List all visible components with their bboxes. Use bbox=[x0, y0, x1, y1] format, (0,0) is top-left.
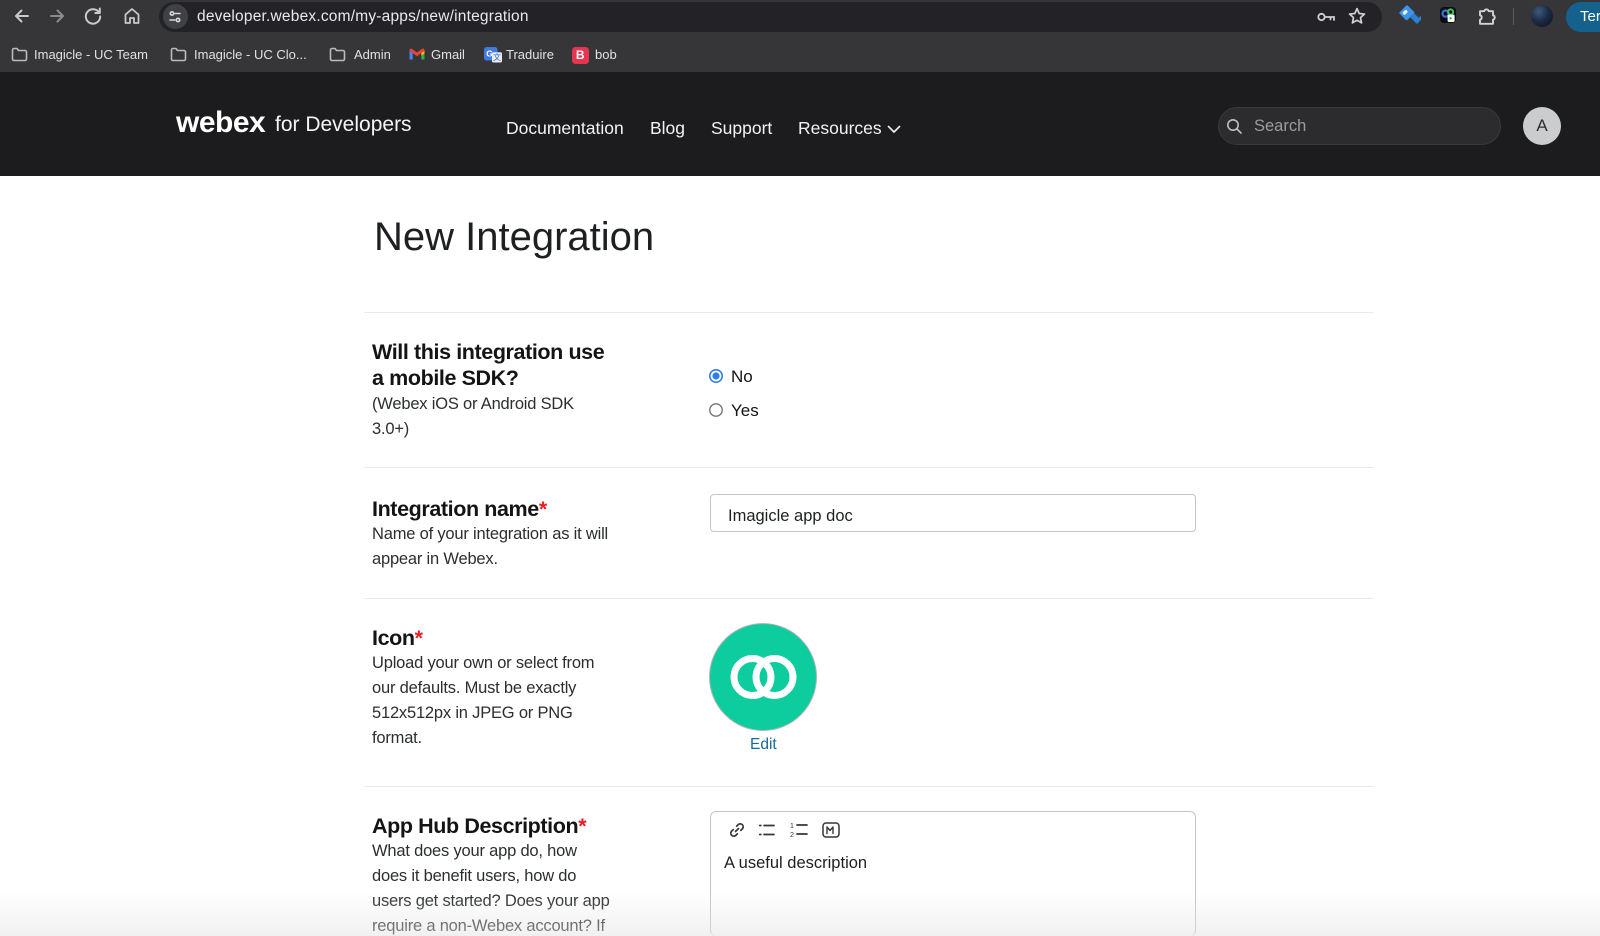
svg-text:1: 1 bbox=[790, 823, 794, 830]
svg-text:2: 2 bbox=[790, 832, 794, 839]
svg-text:文: 文 bbox=[493, 52, 501, 62]
